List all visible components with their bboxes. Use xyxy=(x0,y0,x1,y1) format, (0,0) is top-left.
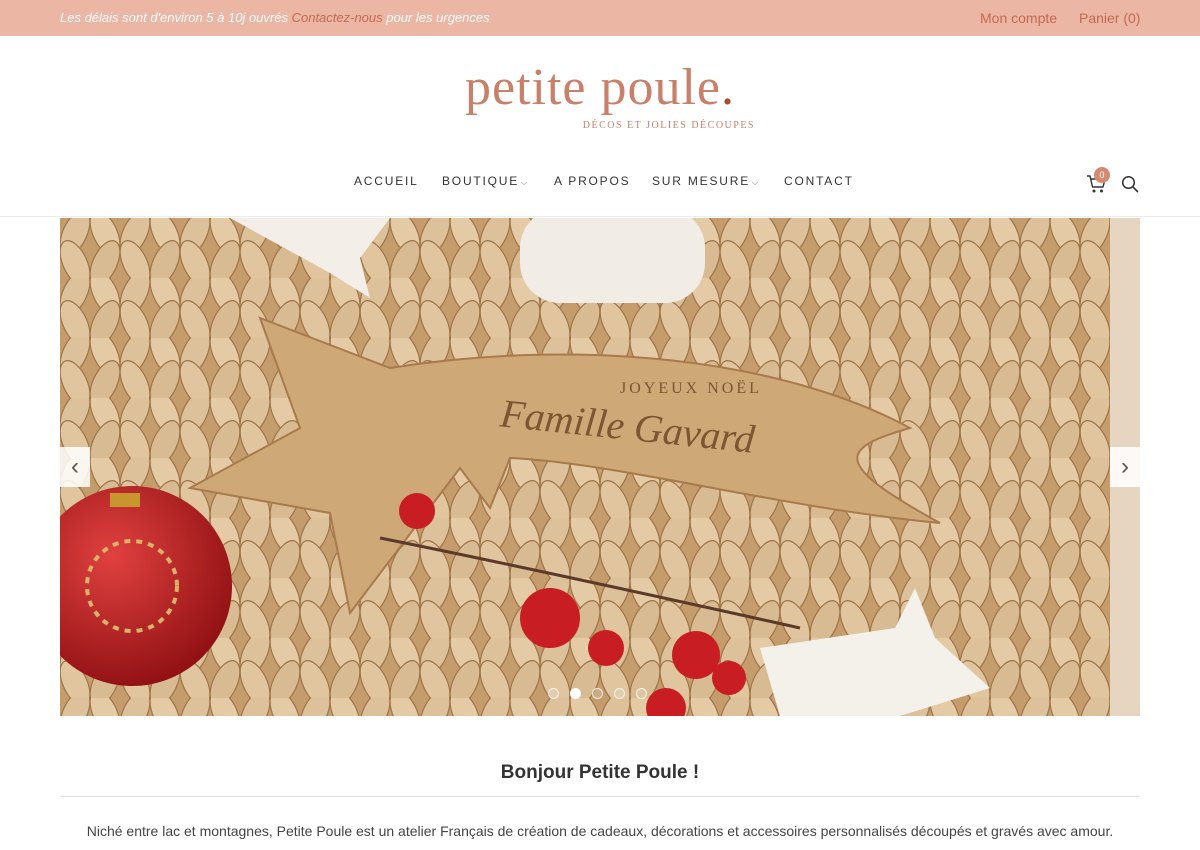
site-logo[interactable]: petite poule. DÉCOS ET JOLIES DÉCOUPES xyxy=(0,58,1200,143)
notice-text-before: Les délais sont d'environ 5 à 10j ouvrés xyxy=(60,10,288,25)
chevron-down-icon: ⌵ xyxy=(752,178,760,187)
slider-prev-button[interactable]: ‹ xyxy=(60,447,90,487)
nav-item-a-propos[interactable]: A PROPOS xyxy=(554,174,630,188)
logo-name: petite poule xyxy=(464,59,722,116)
cart-count-badge: 0 xyxy=(1094,167,1110,183)
hero-slide-image: JOYEUX NOËL Famille Gavard xyxy=(60,218,1140,716)
my-account-link[interactable]: Mon compte xyxy=(980,10,1057,26)
welcome-paragraph: Niché entre lac et montagnes, Petite Pou… xyxy=(86,823,1114,839)
nav-label: SUR MESURE xyxy=(652,174,751,188)
nav-item-contact[interactable]: CONTACT xyxy=(784,174,854,188)
header-divider xyxy=(0,216,1200,217)
nav-label: CONTACT xyxy=(784,174,854,188)
nav-item-accueil[interactable]: ACCUEIL xyxy=(354,174,419,188)
logo-tagline: DÉCOS ET JOLIES DÉCOUPES xyxy=(582,120,755,131)
nav-label: BOUTIQUE xyxy=(442,174,520,188)
slider-dot-4[interactable] xyxy=(614,688,625,699)
slider-dot-1[interactable] xyxy=(548,688,559,699)
logo-wordmark: petite poule. xyxy=(435,58,765,117)
logo-dot: . xyxy=(721,59,736,116)
search-icon xyxy=(1121,175,1139,193)
engraving-top: JOYEUX NOËL xyxy=(620,379,762,397)
welcome-divider xyxy=(60,796,1140,797)
header-search-button[interactable] xyxy=(1121,175,1139,193)
slider-next-button[interactable]: › xyxy=(1110,447,1140,487)
chevron-down-icon: ⌵ xyxy=(521,178,529,187)
top-announcement-bar: Les délais sont d'environ 5 à 10j ouvrés… xyxy=(0,0,1200,36)
contact-us-link[interactable]: Contactez-nous xyxy=(292,10,383,25)
nav-item-boutique[interactable]: BOUTIQUE ⌵ xyxy=(442,174,529,188)
nav-label: A PROPOS xyxy=(554,174,631,188)
slider-dot-5[interactable] xyxy=(636,688,647,699)
notice-text-after: pour les urgences xyxy=(386,10,490,25)
nav-item-sur-mesure[interactable]: SUR MESURE ⌵ xyxy=(652,174,760,188)
hero-slider[interactable]: JOYEUX NOËL Famille Gavard ‹ › xyxy=(60,218,1140,716)
main-navigation: ACCUEIL BOUTIQUE ⌵ A PROPOS SUR MESURE ⌵ C… xyxy=(0,174,1200,194)
nav-label: ACCUEIL xyxy=(354,174,419,188)
slider-dot-2[interactable] xyxy=(570,688,581,699)
welcome-heading: Bonjour Petite Poule ! xyxy=(500,762,700,783)
slider-dot-3[interactable] xyxy=(592,688,603,699)
delivery-notice: Les délais sont d'environ 5 à 10j ouvrés… xyxy=(60,10,490,25)
cart-link[interactable]: Panier (0) xyxy=(1079,10,1140,26)
